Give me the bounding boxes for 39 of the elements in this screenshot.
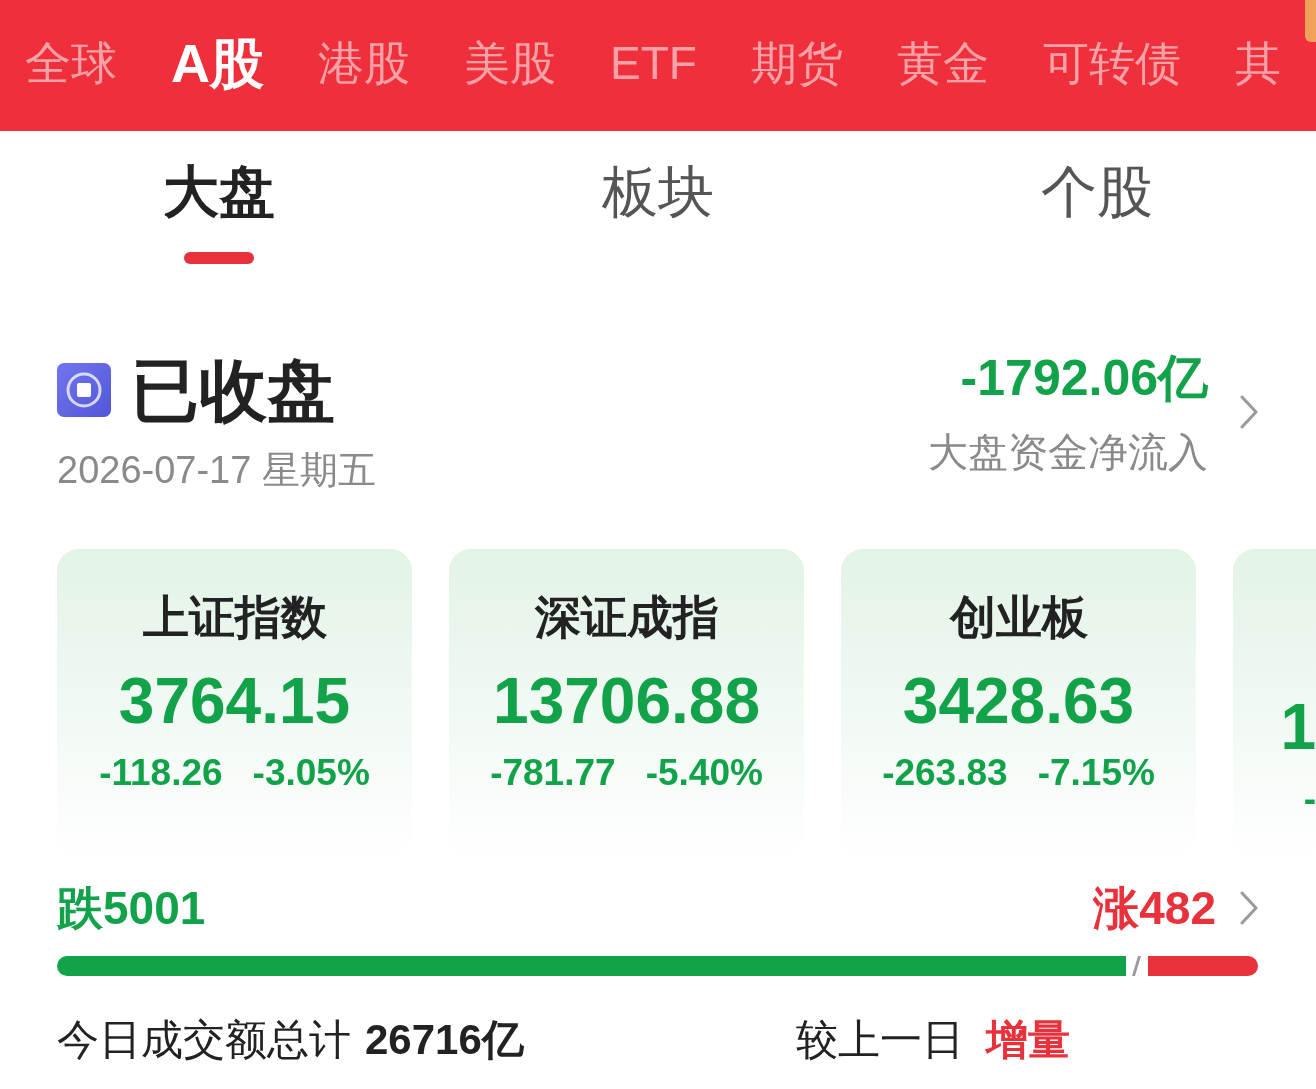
index-value: 1 — [1280, 691, 1316, 763]
index-name: 深证成指 — [534, 590, 719, 644]
index-change-percent: -5.40% — [645, 751, 763, 795]
index-value: 3428.63 — [902, 665, 1135, 737]
net-inflow-value: -1792.06亿 — [960, 349, 1208, 407]
index-change: -781.77 — [490, 751, 616, 795]
view-tab[interactable]: 板块 — [602, 160, 714, 224]
index-change: -263.83 — [882, 751, 1008, 795]
market-tab[interactable]: 黄金 — [896, 32, 989, 93]
market-tab[interactable]: 美股 — [464, 32, 556, 93]
rising-count: 涨482 — [1093, 881, 1216, 935]
index-name: 上证指数 — [142, 590, 327, 644]
chevron-right-icon[interactable] — [1240, 891, 1258, 925]
view-tab[interactable]: 个股 — [1040, 160, 1153, 224]
index-change: -118.26 — [99, 751, 223, 795]
chevron-right-icon[interactable] — [1240, 395, 1258, 429]
falling-count: 跌5001 — [57, 881, 206, 935]
index-value: 3764.15 — [118, 665, 351, 737]
market-tab[interactable]: 可转债 — [1042, 32, 1181, 93]
turnover-value: 26716亿 — [365, 1015, 524, 1065]
market-tab[interactable]: 其 — [1234, 32, 1281, 93]
market-tab[interactable]: 港股 — [318, 32, 410, 93]
index-change: - — [1303, 777, 1316, 821]
market-tab[interactable]: ETF — [610, 32, 697, 93]
index-name: 创业板 — [949, 590, 1088, 644]
market-tab[interactable]: 期货 — [750, 32, 843, 93]
index-value: 13706.88 — [493, 665, 760, 737]
market-tab[interactable]: A股 — [171, 32, 264, 93]
stop-status-icon — [57, 363, 111, 417]
turnover-label: 今日成交额总计 — [57, 1015, 351, 1065]
index-change-percent: -3.05% — [252, 751, 370, 795]
market-status-title: 已收盘 — [131, 352, 335, 428]
view-tab[interactable]: 大盘 — [163, 160, 276, 224]
net-inflow-label: 大盘资金净流入 — [928, 429, 1208, 475]
turnover-change-label: 增量 — [986, 1015, 1070, 1065]
market-tab[interactable]: 全球 — [25, 32, 117, 93]
compare-label: 较上一日 — [796, 1015, 964, 1065]
index-change-percent: -7.15% — [1037, 751, 1155, 795]
trading-date: 2026-07-17 星期五 — [57, 448, 376, 492]
